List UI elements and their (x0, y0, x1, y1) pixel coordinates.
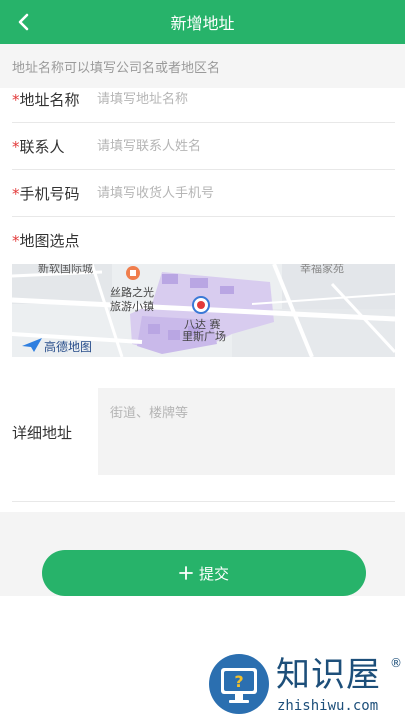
required-mark: * (12, 91, 20, 109)
watermark-url: zhishiwu.com (277, 698, 379, 714)
page-title: 新增地址 (170, 14, 235, 33)
map-label-top-right: 幸福家苑 (300, 264, 344, 275)
map-logo-text: 高德地图 (44, 340, 93, 354)
required-mark: * (12, 185, 20, 203)
divider (12, 501, 395, 502)
amap-logo-icon (22, 338, 42, 352)
map-pick-row: *地图选点 (0, 217, 405, 264)
map-poi-label-1-line2: 旅游小镇 (110, 300, 154, 313)
contact-input[interactable] (97, 128, 405, 165)
plus-icon (179, 566, 193, 580)
phone-input[interactable] (97, 175, 405, 212)
header-bar: 新增地址 (0, 0, 405, 44)
svg-text:?: ? (234, 672, 243, 691)
add-address-page: 新增地址 地址名称可以填写公司名或者地区名 *地址名称 *联系人 *手机号码 *… (0, 0, 405, 720)
address-name-row: *地址名称 (0, 76, 405, 123)
detail-address-input[interactable] (98, 388, 395, 475)
map-pick-label: *地图选点 (12, 232, 80, 250)
required-mark: * (12, 138, 20, 156)
contact-row: *联系人 (0, 123, 405, 170)
map-view[interactable]: 新软国际城 幸福家苑 丝路之光 旅游小镇 八达 赛 里斯广场 高德地图 (12, 264, 395, 357)
address-name-label: *地址名称 (12, 91, 80, 109)
detail-address-label: 详细地址 (12, 424, 73, 442)
watermark-title: 知识屋 (276, 655, 381, 695)
address-name-input[interactable] (97, 81, 405, 118)
map-poi-label-2-line2: 里斯广场 (182, 330, 226, 343)
phone-label: *手机号码 (12, 185, 80, 203)
watermark-help-monitor-icon: ? (209, 654, 269, 714)
watermark-registered-mark: ® (390, 656, 402, 670)
submit-label: 提交 (198, 564, 229, 583)
chevron-left-icon (18, 13, 29, 31)
contact-label: *联系人 (12, 138, 65, 156)
map-label-top-left: 新软国际城 (38, 264, 93, 275)
required-mark: * (12, 232, 20, 250)
submit-button[interactable]: 提交 (42, 550, 366, 596)
phone-row: *手机号码 (0, 170, 405, 217)
back-button[interactable] (8, 6, 40, 38)
